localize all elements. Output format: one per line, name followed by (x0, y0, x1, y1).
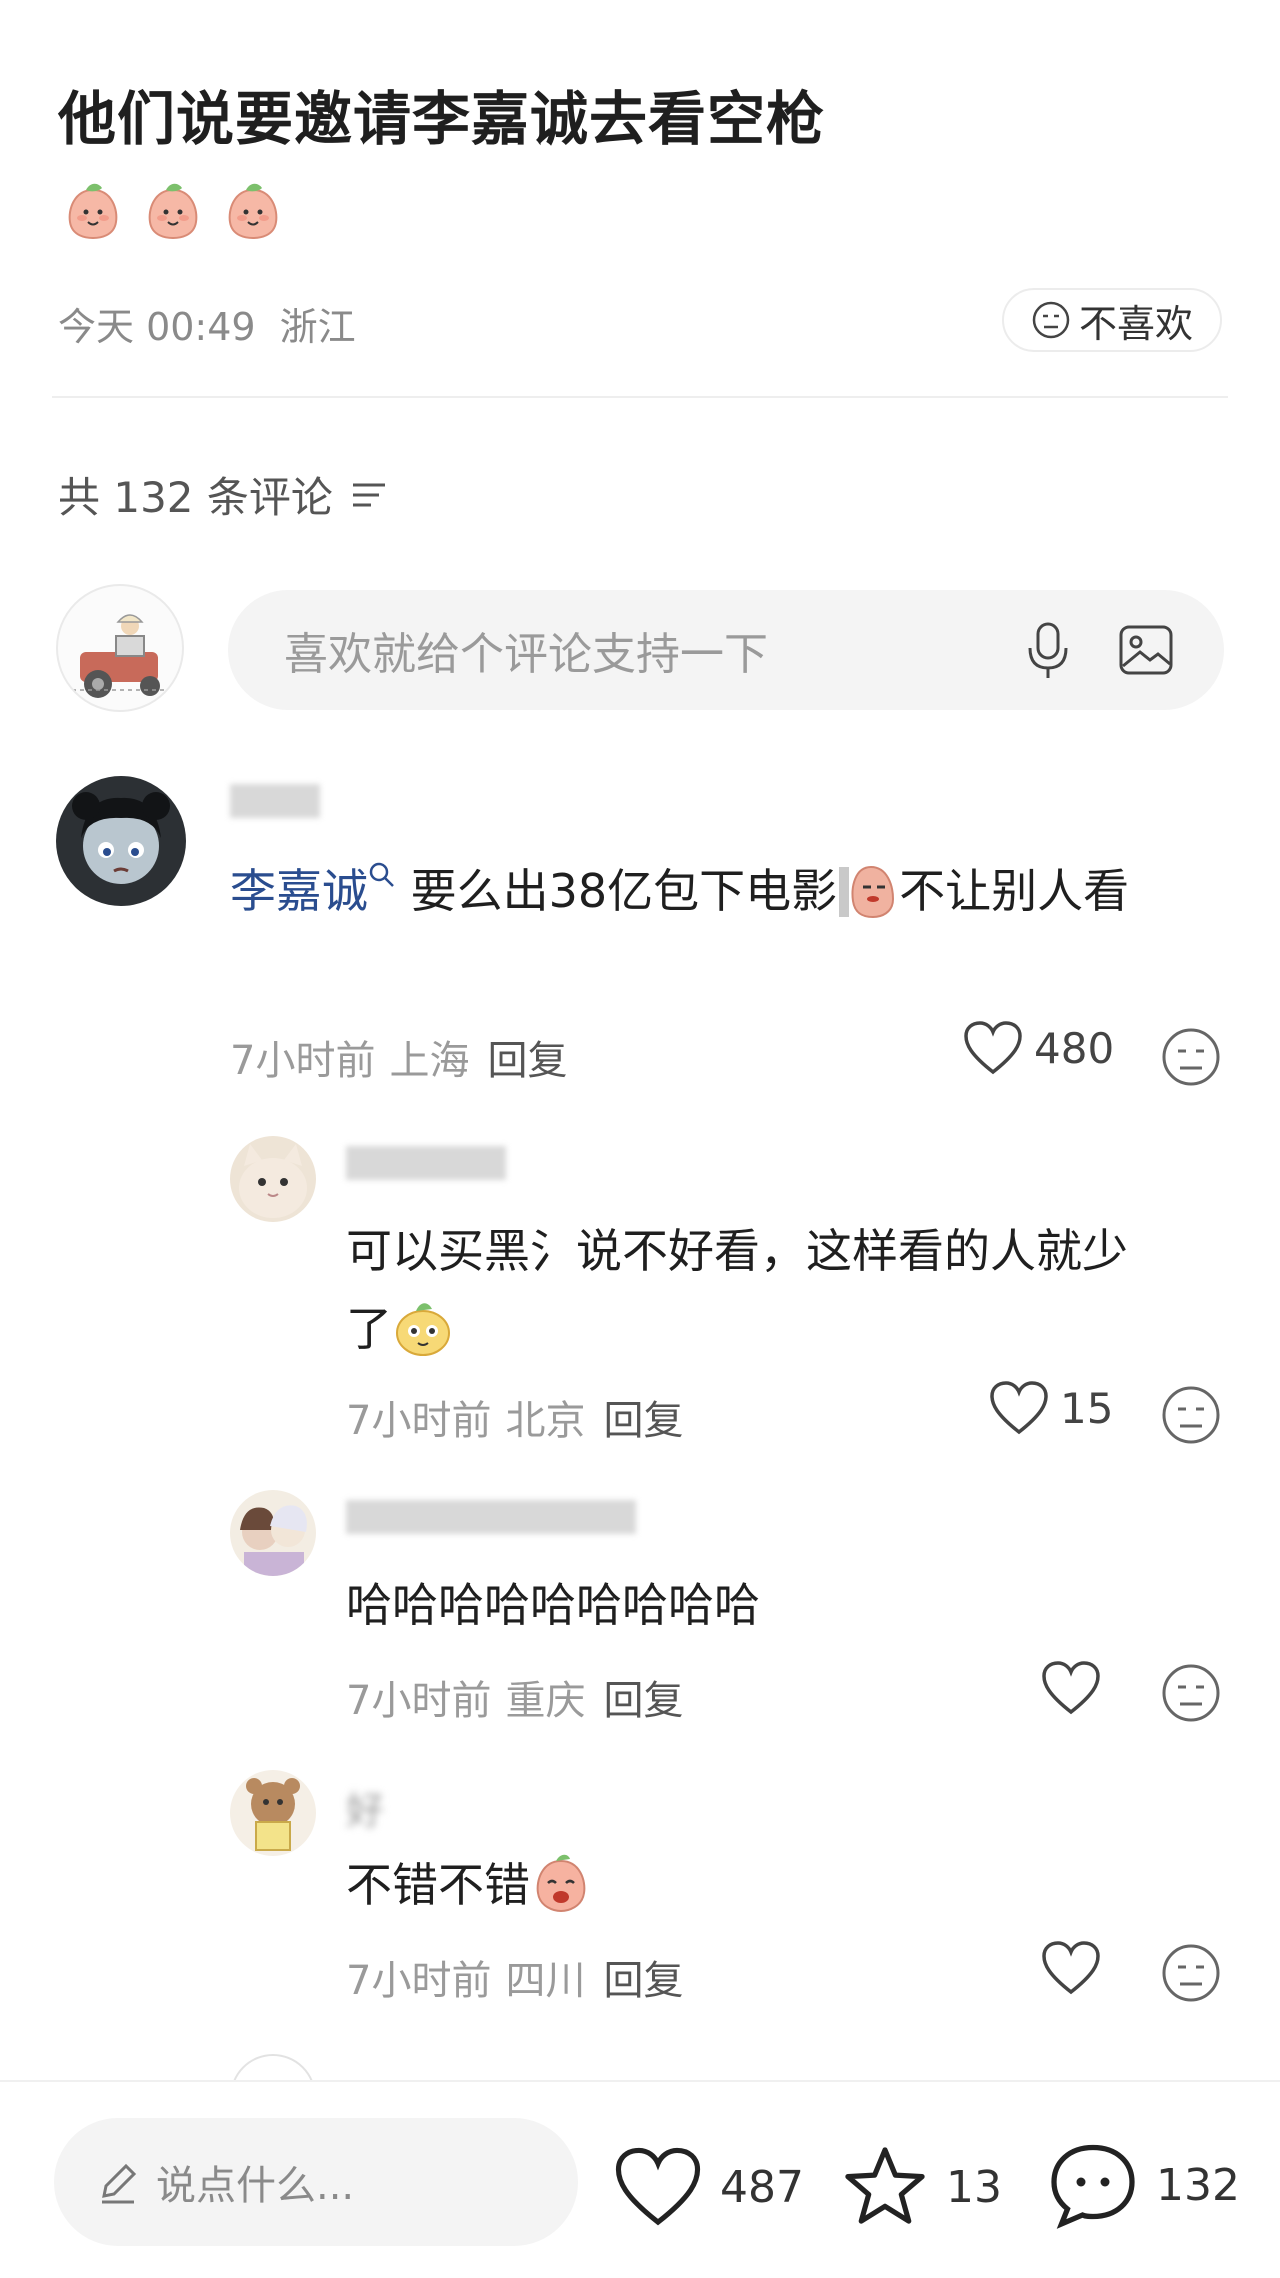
heart-icon (990, 1381, 1048, 1435)
chat-bubble-icon (1051, 2144, 1135, 2229)
post-comment-count: 132 (1156, 2159, 1240, 2211)
like-button[interactable]: 15 (988, 1380, 1113, 1436)
reply-button[interactable]: 回复 (603, 1958, 683, 2004)
redacted-bar (346, 1500, 636, 1534)
neutral-face-icon[interactable] (1160, 1384, 1222, 1446)
comment-count-text: 共 132 条评论 (58, 473, 333, 522)
redacted-bar (346, 1146, 506, 1180)
reply-button[interactable]: 回复 (603, 1678, 683, 1724)
cat-avatar-icon (239, 1144, 307, 1218)
avatar[interactable] (230, 1770, 316, 1856)
like-button[interactable]: 480 (962, 1020, 1114, 1076)
comment-meta: 7小时前 四川 回复 (346, 1948, 683, 2006)
comment-text-part: 可以买黑氵说不好看，这样看的人就少了 (346, 1224, 1128, 1356)
peach-sticker-icon (839, 865, 895, 919)
comment-input-placeholder: 喜欢就给个评论支持一下 (284, 629, 768, 680)
emoji-row (62, 180, 284, 242)
heart-icon (1042, 1661, 1100, 1715)
comment-location: 重庆 (505, 1678, 586, 1724)
comment-time: 7小时前 (230, 1038, 376, 1084)
peach-sticker-icon (68, 183, 118, 240)
star-icon (845, 2147, 925, 2224)
tractor-avatar-icon (72, 614, 172, 698)
comment-location: 四川 (505, 1958, 586, 2004)
comment-count-header[interactable]: 共 132 条评论 (58, 464, 389, 525)
cartoon-avatar-icon (72, 792, 170, 884)
comment-text: 哈哈哈哈哈哈哈哈哈 (346, 1578, 760, 1632)
post-title: 他们说要邀请李嘉诚去看空枪 (58, 85, 826, 153)
avatar[interactable] (56, 776, 186, 906)
peach-sticker-icon (536, 1854, 586, 1913)
avatar[interactable] (230, 1136, 316, 1222)
smiling-face-sticker-icon (396, 1303, 450, 1356)
post-location: 浙江 (279, 305, 356, 349)
post-date: 今天 00:49 (58, 305, 256, 349)
post-comment-button[interactable]: 132 (1046, 2140, 1240, 2230)
comment-text-part: 要么出38亿包下电影 (396, 864, 838, 918)
like-count: 480 (1034, 1023, 1115, 1073)
comment-meta: 7小时前 重庆 回复 (346, 1668, 683, 1726)
anime-avatar-icon (240, 1505, 307, 1576)
divider (52, 396, 1228, 398)
my-avatar[interactable] (56, 584, 184, 712)
pencil-icon (102, 2163, 137, 2204)
comment-location: 上海 (389, 1038, 470, 1084)
neutral-face-icon[interactable] (1160, 1026, 1222, 1088)
comment-input[interactable]: 喜欢就给个评论支持一下 (228, 590, 1224, 710)
peach-sticker-icon (228, 183, 278, 240)
neutral-face-icon (1032, 301, 1070, 339)
username-redacted[interactable] (346, 1500, 636, 1534)
sort-icon[interactable] (349, 477, 389, 513)
post-meta: 今天 00:49 浙江 (58, 296, 356, 351)
username-redacted[interactable] (230, 784, 320, 818)
post-like-count: 487 (720, 2161, 804, 2213)
comment-time: 7小时前 (346, 1398, 492, 1444)
post-like-button[interactable]: 487 (612, 2146, 804, 2228)
comment-time: 7小时前 (346, 1678, 492, 1724)
dislike-label: 不喜欢 (1078, 301, 1193, 346)
image-icon[interactable] (1116, 620, 1176, 680)
microphone-icon[interactable] (1020, 620, 1076, 680)
comment-text-part: 不让别人看 (899, 864, 1130, 918)
like-button[interactable] (1040, 1940, 1102, 1996)
redacted-bar (230, 784, 320, 818)
search-icon[interactable] (368, 861, 396, 889)
username-redacted[interactable] (346, 1146, 506, 1180)
post-star-button[interactable]: 13 (840, 2144, 1002, 2230)
heart-icon (615, 2147, 701, 2226)
like-button[interactable] (1040, 1660, 1102, 1716)
peach-sticker-icon (148, 183, 198, 240)
reply-button[interactable]: 回复 (603, 1398, 683, 1444)
comment-text: 不错不错 (346, 1846, 592, 1924)
comment-text: 可以买黑氵说不好看，这样看的人就少了 (346, 1212, 1166, 1368)
post-star-count: 13 (946, 2161, 1002, 2213)
comment-time: 7小时前 (346, 1958, 492, 2004)
neutral-face-icon[interactable] (1160, 1942, 1222, 2004)
heart-icon (964, 1021, 1022, 1075)
say-something-input[interactable]: 说点什么... (54, 2118, 578, 2246)
heart-icon (1042, 1941, 1100, 1995)
say-something-placeholder: 说点什么... (156, 2163, 355, 2209)
bear-avatar-icon (246, 1778, 300, 1851)
neutral-face-icon[interactable] (1160, 1662, 1222, 1724)
username-partial[interactable]: 好 (346, 1780, 384, 1835)
comment-text-part: 不错不错 (346, 1858, 530, 1912)
comment-text: 李嘉诚 要么出38亿包下电影 不让别人看 (230, 852, 1170, 930)
avatar[interactable] (230, 1490, 316, 1576)
like-count: 15 (1060, 1383, 1114, 1433)
comment-location: 北京 (505, 1398, 586, 1444)
mention-link[interactable]: 李嘉诚 (230, 864, 368, 918)
dislike-button[interactable]: 不喜欢 (1002, 288, 1222, 352)
reply-button[interactable]: 回复 (487, 1038, 567, 1084)
comment-meta: 7小时前 北京 回复 (346, 1388, 683, 1446)
comment-meta: 7小时前 上海 回复 (230, 1028, 567, 1086)
